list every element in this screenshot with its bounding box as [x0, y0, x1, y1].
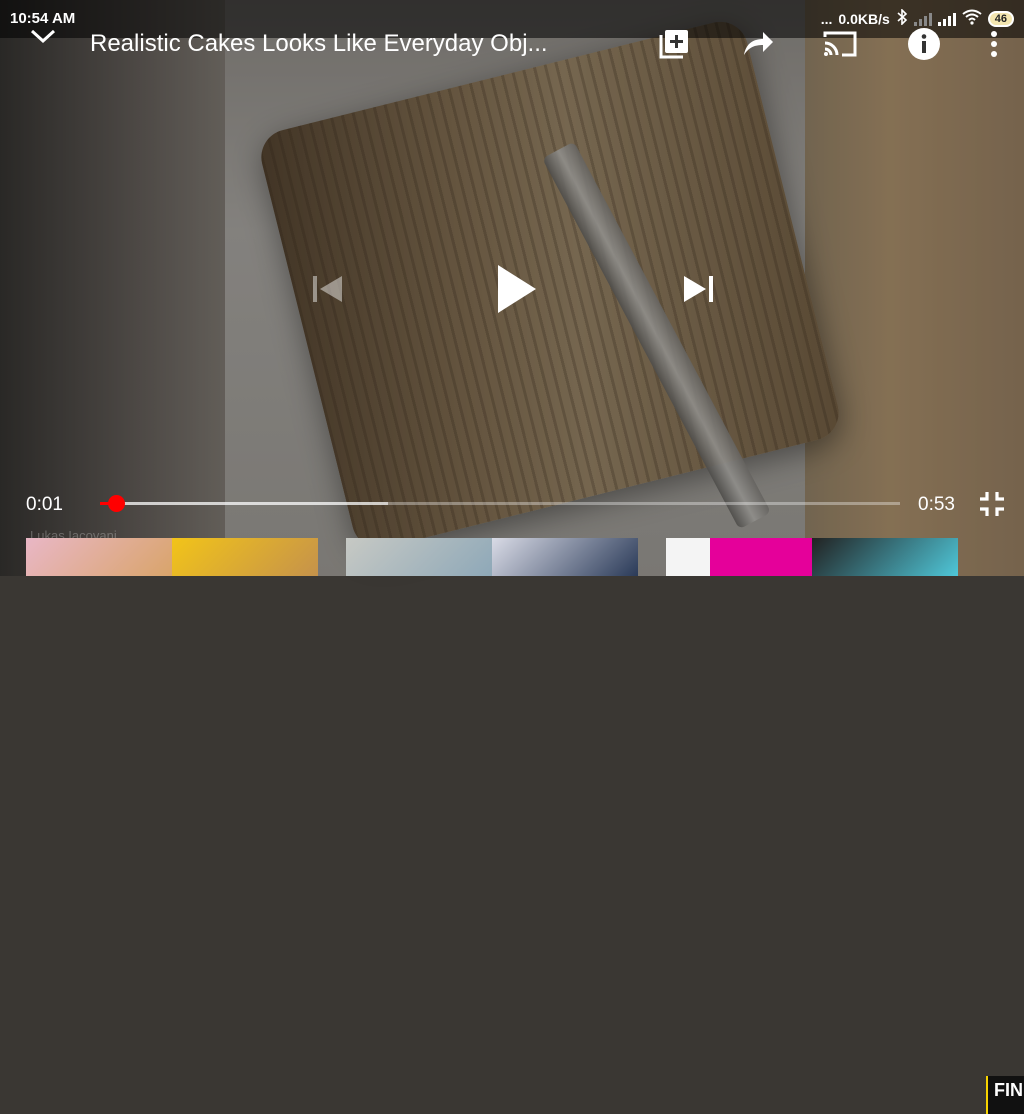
- share-icon[interactable]: [740, 26, 776, 62]
- next-icon[interactable]: [678, 262, 720, 316]
- cast-icon[interactable]: [822, 26, 858, 62]
- current-time: 0:01: [26, 494, 63, 515]
- related-video-card[interactable]: [346, 538, 638, 576]
- previous-icon[interactable]: [306, 262, 348, 316]
- related-thumbnail: [346, 538, 492, 576]
- duration: 0:53: [918, 494, 955, 515]
- related-thumbnail: [26, 538, 172, 576]
- chevron-down-icon[interactable]: [28, 22, 58, 53]
- player-top-bar: Realistic Cakes Looks Like Everyday Obj.…: [0, 18, 1024, 68]
- related-thumbnail: [812, 538, 958, 576]
- related-video-card[interactable]: FIN: [986, 1076, 1024, 1114]
- seek-bar[interactable]: [100, 495, 900, 512]
- related-thumbnail: [492, 538, 638, 576]
- related-thumbnail: [666, 538, 812, 576]
- related-video-card[interactable]: [666, 538, 958, 576]
- fullscreen-exit-icon[interactable]: [978, 490, 1006, 518]
- add-to-playlist-icon[interactable]: [656, 26, 692, 62]
- video-title: Realistic Cakes Looks Like Everyday Obj.…: [90, 30, 548, 57]
- related-video-card[interactable]: [26, 538, 318, 576]
- more-vert-icon[interactable]: [976, 26, 1012, 62]
- related-videos-strip: FIN: [0, 538, 1024, 1114]
- play-icon[interactable]: [488, 262, 544, 316]
- info-icon[interactable]: [906, 26, 942, 62]
- seek-thumb[interactable]: [107, 495, 125, 512]
- buffer-bar: [100, 502, 388, 505]
- related-thumbnail: [172, 538, 318, 576]
